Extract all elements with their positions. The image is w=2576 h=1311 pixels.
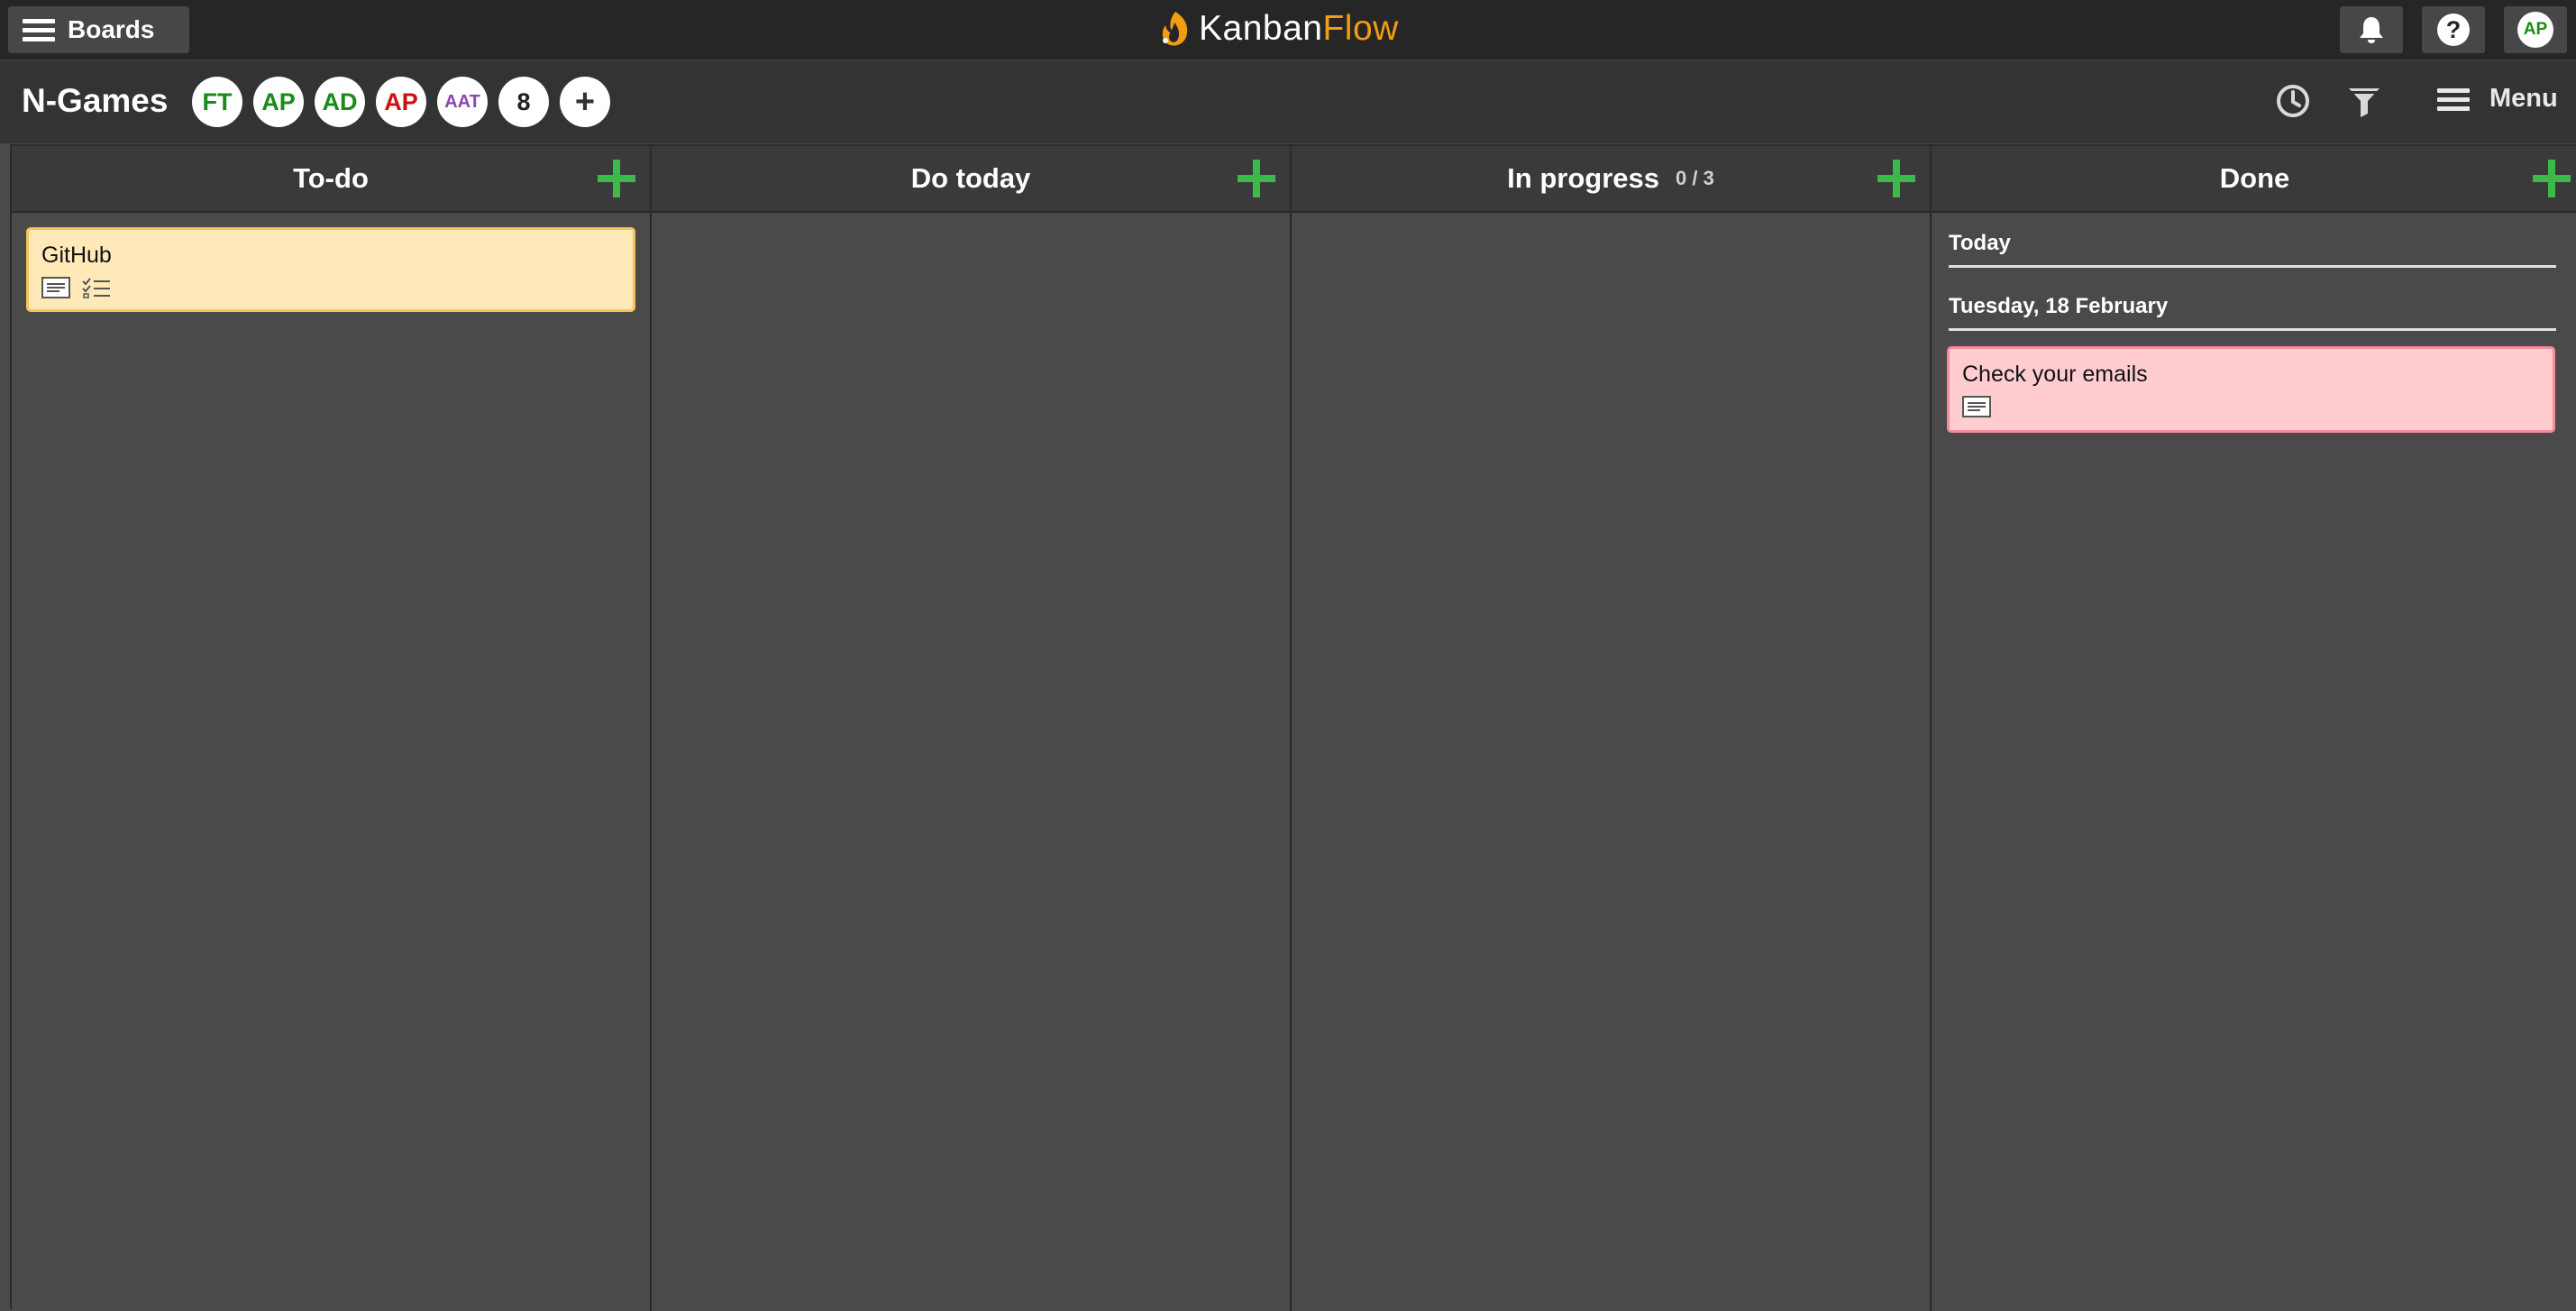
boards-button-label: Boards	[68, 15, 155, 43]
board-menu-button[interactable]: Menu	[2437, 84, 2558, 114]
column-title: Do today	[910, 162, 1031, 194]
column-header: To-do	[12, 146, 650, 213]
column-title: Done	[2219, 162, 2290, 194]
help-button[interactable]: ?	[2422, 6, 2485, 53]
board-header: N-Games FT AP AD AP AAT 8 + Menu	[0, 60, 2576, 143]
column-title: To-do	[293, 162, 369, 194]
member-count-badge[interactable]: 8	[498, 77, 549, 127]
task-card-icons	[1962, 396, 1991, 417]
member-initials: AD	[322, 87, 358, 115]
add-task-plus-icon[interactable]	[1876, 158, 1917, 199]
task-card-title: Check your emails	[1962, 362, 2148, 387]
bell-icon	[2360, 17, 2383, 43]
task-card-check-emails[interactable]: Check your emails	[1947, 346, 2555, 433]
add-task-plus-icon[interactable]	[596, 158, 637, 199]
board-menu-label: Menu	[2489, 84, 2558, 113]
member-avatar-ap-red[interactable]: AP	[376, 77, 426, 127]
member-count: 8	[516, 87, 531, 115]
board-title[interactable]: N-Games	[22, 82, 168, 120]
logo-text-kanban: Kanban	[1199, 9, 1323, 48]
member-initials: AP	[261, 87, 296, 115]
column-header: Do today	[652, 146, 1290, 213]
member-initials: AAT	[444, 91, 480, 112]
checklist-icon	[82, 278, 110, 298]
add-task-plus-icon[interactable]	[2531, 158, 2572, 199]
top-bar: Boards Kanban Flow ? AP	[0, 0, 2576, 60]
column-do-today: Do today	[652, 146, 1292, 1311]
task-card-title: GitHub	[41, 243, 112, 268]
boards-button[interactable]: Boards	[8, 6, 189, 53]
column-in-progress: In progress 0 / 3	[1292, 146, 1932, 1311]
add-member-button[interactable]: +	[560, 77, 610, 127]
task-card-icons	[41, 277, 112, 298]
wip-limit: 0 / 3	[1676, 167, 1714, 189]
logo-flame-icon	[1162, 12, 1188, 46]
kanbanflow-logo[interactable]: Kanban Flow	[1157, 5, 1399, 52]
member-avatar-ft[interactable]: FT	[192, 77, 242, 127]
member-avatar-ap[interactable]: AP	[253, 77, 304, 127]
done-group-date: Tuesday, 18 February	[1949, 294, 2556, 331]
column-title: In progress	[1507, 162, 1659, 194]
hamburger-icon	[2437, 87, 2473, 111]
help-icon: ?	[2437, 14, 2470, 46]
member-avatar-ad[interactable]: AD	[315, 77, 365, 127]
task-card-github[interactable]: GitHub	[26, 227, 635, 312]
filter-funnel-icon	[2349, 88, 2380, 117]
description-icon	[1962, 396, 1991, 417]
logo-text-flow: Flow	[1322, 9, 1399, 48]
plus-icon: +	[574, 82, 596, 121]
column-header: In progress 0 / 3	[1292, 146, 1930, 213]
kanban-board: To-do GitHub Do today In progress 0 / 3 …	[10, 144, 2576, 1311]
hamburger-icon	[23, 19, 55, 41]
notifications-button[interactable]	[2340, 6, 2403, 53]
member-avatar-aat[interactable]: AAT	[437, 77, 488, 127]
member-initials: AP	[384, 87, 418, 115]
column-done: Done Today Tuesday, 18 February Check yo…	[1932, 146, 2576, 1311]
filter-button[interactable]	[2346, 83, 2382, 124]
column-todo: To-do GitHub	[12, 146, 652, 1311]
clock-icon	[2277, 85, 2309, 117]
user-avatar: AP	[2517, 12, 2553, 48]
add-task-plus-icon[interactable]	[1236, 158, 1277, 199]
user-menu-button[interactable]: AP	[2504, 6, 2567, 53]
description-icon	[41, 277, 70, 298]
history-button[interactable]	[2275, 83, 2311, 124]
column-header: Done	[1932, 146, 2576, 213]
member-initials: FT	[202, 87, 233, 115]
done-group-today: Today	[1949, 231, 2556, 268]
